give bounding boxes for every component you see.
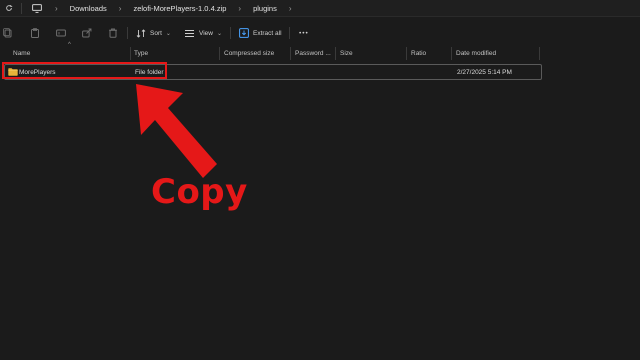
file-explorer-window: › Downloads › zelofi-MorePlayers-1.0.4.z… xyxy=(0,0,640,360)
annotation-arrow-icon xyxy=(136,84,217,178)
annotation-copy-label: Copy xyxy=(151,172,248,212)
